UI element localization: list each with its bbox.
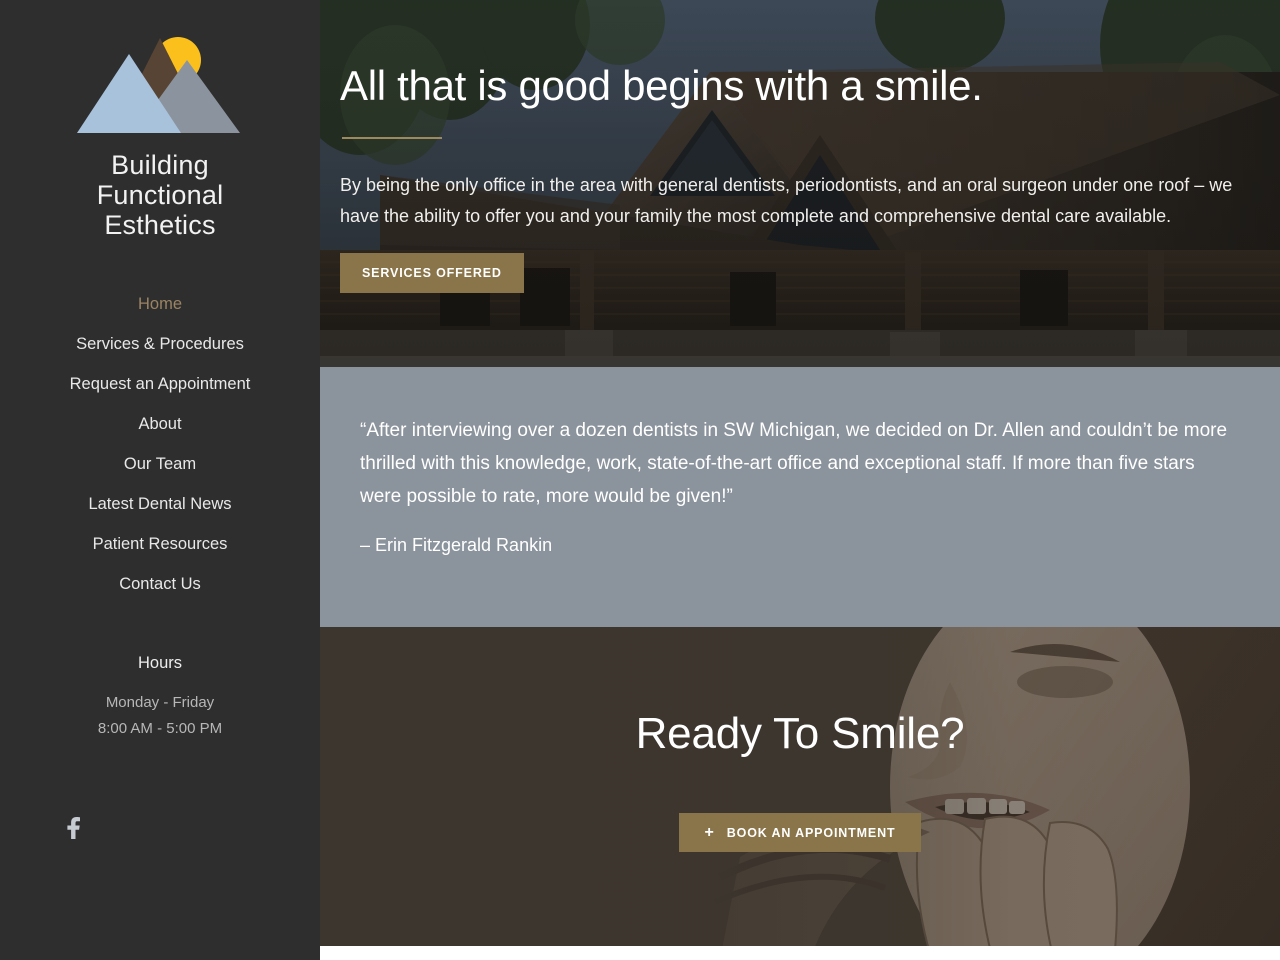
sidebar-item-appointment[interactable]: Request an Appointment (0, 364, 320, 404)
logo-line-2: Functional (96, 180, 224, 210)
sidebar-item-news[interactable]: Latest Dental News (0, 484, 320, 524)
page-root: Building Functional Esthetics Home Servi… (0, 0, 1280, 960)
cta-section: Ready To Smile? + BOOK AN APPOINTMENT (320, 627, 1280, 960)
book-appointment-label: BOOK AN APPOINTMENT (726, 825, 896, 840)
facebook-icon (67, 817, 80, 839)
primary-navigation: Home Services & Procedures Request an Ap… (0, 284, 320, 604)
testimonial-quote: “After interviewing over a dozen dentist… (360, 420, 1228, 507)
testimonial-section: “After interviewing over a dozen dentist… (320, 367, 1280, 627)
sidebar-item-services[interactable]: Services & Procedures (0, 324, 320, 364)
hours-days: Monday - Friday (105, 694, 215, 711)
sidebar: Building Functional Esthetics Home Servi… (0, 0, 320, 960)
sidebar-item-our-team[interactable]: Our Team (0, 444, 320, 484)
sidebar-item-contact[interactable]: Contact Us (0, 564, 320, 604)
cta-content: Ready To Smile? + BOOK AN APPOINTMENT (320, 627, 1280, 960)
hero-section: All that is good begins with a smile. By… (320, 0, 1280, 367)
hours-times: 8:00 AM - 5:00 PM (97, 720, 223, 737)
hero-body-text: By being the only office in the area wit… (340, 175, 1233, 226)
logo-line-3: Esthetics (104, 210, 216, 240)
sidebar-item-home[interactable]: Home (0, 284, 320, 324)
logo-wordmark: Building Functional Esthetics (97, 150, 224, 240)
hours-block: Hours Monday - Friday 8:00 AM - 5:00 PM (0, 654, 320, 737)
testimonial-author: – Erin Fitzgerald Rankin (360, 535, 553, 555)
book-appointment-button[interactable]: + BOOK AN APPOINTMENT (678, 813, 922, 852)
mountains-sun-logo-icon (77, 37, 240, 133)
hours-title: Hours (137, 654, 182, 672)
hero-divider (342, 137, 442, 139)
footer-strip (320, 946, 1280, 960)
hero-title: All that is good begins with a smile. (340, 62, 983, 109)
logo-line-1: Building (111, 150, 209, 180)
cta-title: Ready To Smile? (635, 709, 965, 758)
hero-content: All that is good begins with a smile. By… (320, 0, 1280, 293)
services-offered-button[interactable]: SERVICES OFFERED (340, 253, 524, 293)
site-logo[interactable] (75, 30, 245, 142)
facebook-link[interactable] (58, 812, 90, 844)
main-content: All that is good begins with a smile. By… (320, 0, 1280, 960)
sidebar-item-resources[interactable]: Patient Resources (0, 524, 320, 564)
sidebar-item-about[interactable]: About (0, 404, 320, 444)
plus-icon: + (704, 823, 715, 841)
